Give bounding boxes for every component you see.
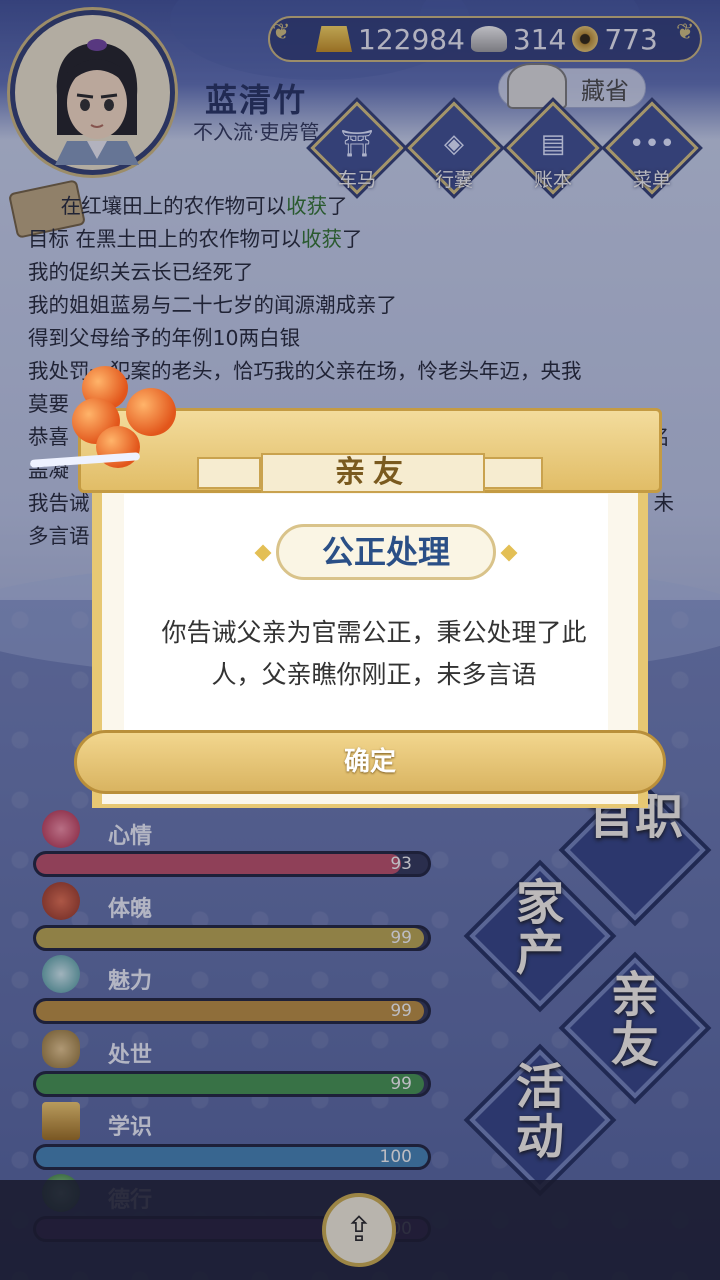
header-ornament bbox=[197, 457, 261, 489]
dialog-content: 公正处理 你告诫父亲为官需公正，秉公处理了此人，父亲瞧你刚正，未多言语 bbox=[124, 494, 608, 734]
dialog-message: 你告诫父亲为官需公正，秉公处理了此人，父亲瞧你刚正，未多言语 bbox=[161, 618, 587, 689]
confirm-button[interactable]: 确定 bbox=[74, 730, 666, 794]
dialog-header-title: 亲友 bbox=[261, 453, 485, 493]
dialog-title: 公正处理 bbox=[276, 524, 496, 580]
header-ornament bbox=[479, 457, 543, 489]
game-screen: 122984 314 773 ❦ ❦ 蓝清竹 不入流·吏房管 藏省 ⛩ 车马 ◈… bbox=[0, 0, 720, 1280]
event-dialog: 公正处理 你告诫父亲为官需公正，秉公处理了此人，父亲瞧你刚正，未多言语 亲友 确… bbox=[74, 408, 666, 818]
